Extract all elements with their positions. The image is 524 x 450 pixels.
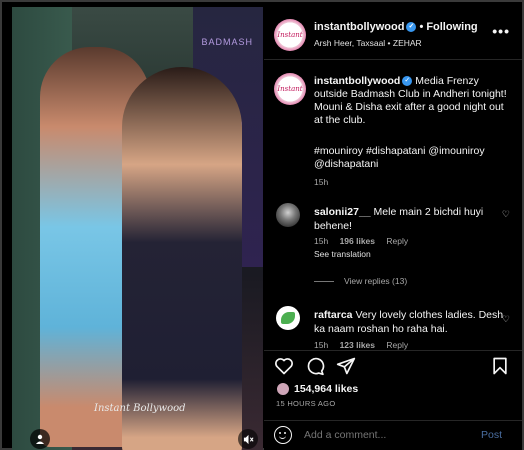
caption-hashtags[interactable]: #mouniroy #dishapatani @imouniroy @disha… <box>314 145 514 171</box>
view-replies-link[interactable]: View replies (13) <box>314 276 407 286</box>
comment-like-icon[interactable]: ♡ <box>502 209 510 220</box>
add-comment-bar: Post <box>264 420 522 450</box>
comment-likes[interactable]: 123 likes <box>340 340 375 350</box>
following-button[interactable]: Following <box>426 21 477 33</box>
commenter-avatar[interactable] <box>276 306 300 330</box>
caption-avatar[interactable]: Instant <box>274 73 306 105</box>
user-tag-icon[interactable] <box>30 429 50 449</box>
post-date: 15 HOURS AGO <box>276 399 336 408</box>
caption-time: 15h <box>314 177 329 187</box>
reply-button[interactable]: Reply <box>386 236 408 246</box>
post-side-panel: Instant instantbollywood ✓ • Following Arsh… <box>264 7 522 450</box>
audio-track-link[interactable]: Arsh Heer, Taxsaal • ZEHAR <box>314 38 422 48</box>
post-media[interactable]: BADMASH Vo Instant Bollywood <box>12 7 263 450</box>
comment-username[interactable]: raftarca <box>314 309 353 321</box>
media-watermark: Instant Bollywood <box>94 403 186 414</box>
comment-text-block: salonii27__ Mele main 2 bichdi huyi behe… <box>314 205 494 233</box>
see-translation-link[interactable]: See translation <box>314 249 371 259</box>
comment-meta: 15h 196 likes Reply <box>314 236 417 246</box>
post-comment-button[interactable]: Post <box>481 429 502 441</box>
reply-button[interactable]: Reply <box>386 340 408 350</box>
author-line: instantbollywood ✓ • Following <box>314 21 478 33</box>
club-sign: BADMASH <box>201 37 253 47</box>
mute-icon[interactable] <box>238 429 258 449</box>
author-username[interactable]: instantbollywood <box>314 21 404 33</box>
caption-text-block: instantbollywood ✓ Media Frenzy outside B… <box>314 75 514 127</box>
add-comment-divider <box>264 420 522 421</box>
separator-dot: • <box>419 21 424 33</box>
comment-time: 15h <box>314 236 329 246</box>
comment-meta: 15h 123 likes Reply <box>314 340 417 350</box>
avatar-logo-text: Instant <box>277 24 303 46</box>
like-icon[interactable] <box>274 356 294 376</box>
header-divider <box>264 59 522 60</box>
post-actions: 154,964 likes 15 HOURS AGO <box>264 350 522 420</box>
bookmark-icon[interactable] <box>490 356 510 376</box>
likes-count-row[interactable]: 154,964 likes <box>276 382 358 396</box>
comment-username[interactable]: salonii27__ <box>314 206 371 218</box>
author-avatar[interactable]: Instant <box>274 19 306 51</box>
actions-divider <box>264 350 522 351</box>
more-options-icon[interactable]: ••• <box>492 23 510 39</box>
replies-line <box>314 281 334 283</box>
comment-time: 15h <box>314 340 329 350</box>
share-icon[interactable] <box>336 356 356 376</box>
person-figure <box>122 67 242 450</box>
avatar-logo-text: Instant <box>277 78 303 100</box>
comment-text-block: raftarca Very lovely clothes ladies. Des… <box>314 308 504 336</box>
liker-avatar <box>276 382 290 396</box>
post-dialog: BADMASH Vo Instant Bollywood Instant ins… <box>0 0 524 450</box>
likes-count[interactable]: 154,964 likes <box>294 383 358 395</box>
post-header: Instant instantbollywood ✓ • Following Arsh… <box>264 7 522 59</box>
comment-icon[interactable] <box>305 356 325 376</box>
verified-icon: ✓ <box>406 22 417 33</box>
caption-username[interactable]: instantbollywood <box>314 75 400 87</box>
verified-icon: ✓ <box>402 76 413 87</box>
emoji-icon[interactable] <box>274 426 292 444</box>
add-comment-input[interactable] <box>304 429 474 441</box>
commenter-avatar[interactable] <box>276 203 300 227</box>
comment-like-icon[interactable]: ♡ <box>502 314 510 325</box>
comment-likes[interactable]: 196 likes <box>340 236 375 246</box>
leaf-icon <box>281 312 295 324</box>
view-replies-label[interactable]: View replies (13) <box>344 276 407 286</box>
